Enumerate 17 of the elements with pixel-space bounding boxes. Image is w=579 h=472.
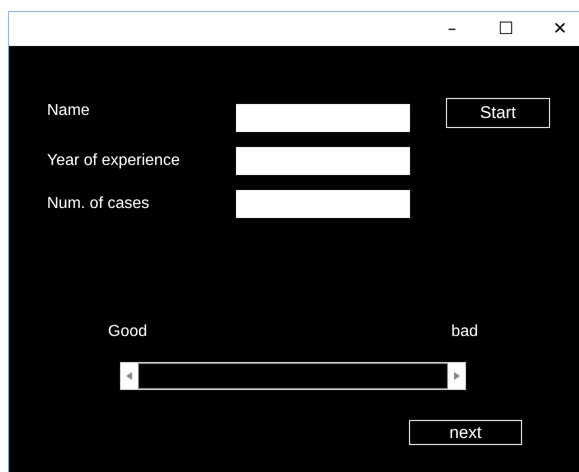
- rating-label: Good: [108, 322, 148, 342]
- rating-label: bad: [451, 322, 478, 342]
- field-label: Num. of cases: [47, 195, 150, 213]
- input-field[interactable]: [236, 104, 410, 132]
- input-field[interactable]: [236, 147, 410, 175]
- right-arrow-icon[interactable]: [454, 372, 460, 380]
- close-button[interactable]: ✕: [535, 14, 579, 44]
- next-button[interactable]: next: [409, 420, 522, 445]
- scrollbar-thumb[interactable]: [138, 363, 448, 389]
- left-arrow-icon[interactable]: [126, 372, 132, 380]
- input-field[interactable]: [236, 190, 410, 218]
- horizontal-scrollbar[interactable]: [120, 362, 466, 390]
- maximize-button[interactable]: ☐: [481, 14, 531, 44]
- field-label: Year of experience: [47, 152, 181, 170]
- start-button[interactable]: Start: [446, 98, 550, 128]
- field-label: Name: [47, 102, 91, 120]
- minimize-button[interactable]: –: [427, 14, 477, 44]
